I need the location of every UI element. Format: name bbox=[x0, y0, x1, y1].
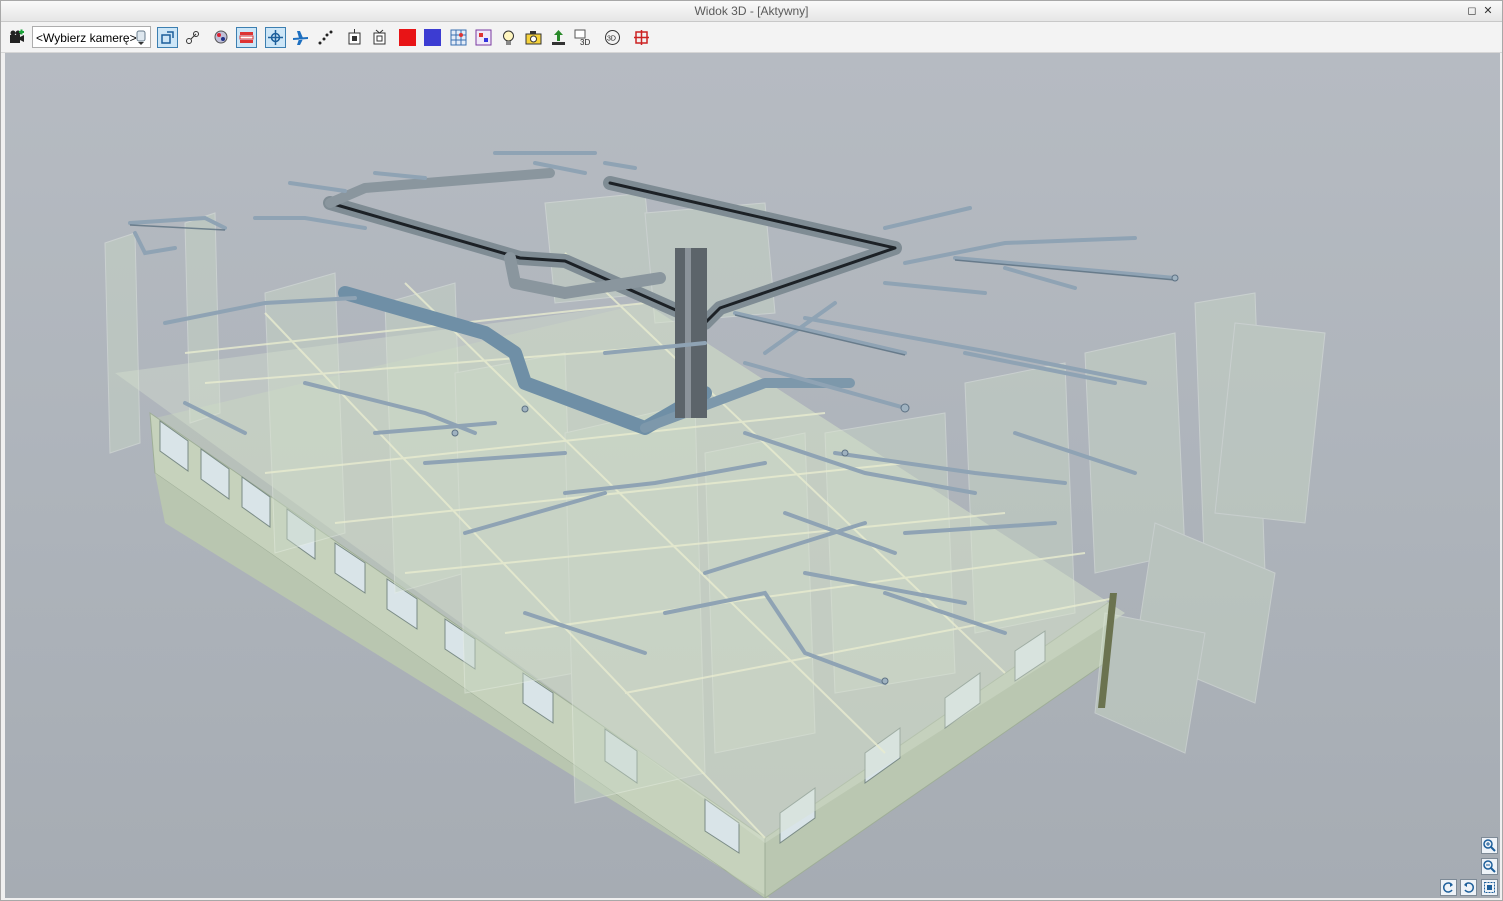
clipping-icon[interactable] bbox=[631, 27, 652, 48]
close-button[interactable]: ✕ bbox=[1482, 5, 1494, 17]
rotate-right-icon[interactable] bbox=[1460, 879, 1477, 896]
legend-icon[interactable] bbox=[473, 27, 494, 48]
light-icon[interactable] bbox=[498, 27, 519, 48]
svg-text:3D: 3D bbox=[580, 38, 590, 46]
render-style-icon[interactable] bbox=[211, 27, 232, 48]
perspective-icon[interactable] bbox=[157, 27, 178, 48]
title-bar[interactable]: Widok 3D - [Aktywny] ◻ ✕ bbox=[1, 1, 1502, 22]
red-color-icon[interactable] bbox=[399, 29, 416, 46]
restore-button[interactable]: ◻ bbox=[1466, 5, 1478, 17]
rotate-left-icon[interactable] bbox=[1440, 879, 1457, 896]
zoom-out-icon[interactable] bbox=[1481, 858, 1498, 875]
zoom-extents-icon[interactable] bbox=[1481, 879, 1498, 896]
grid-icon[interactable] bbox=[448, 27, 469, 48]
camera-select-value: <Wybierz kamerę> bbox=[36, 31, 137, 45]
fly-icon[interactable] bbox=[290, 27, 311, 48]
axonometric-icon[interactable] bbox=[182, 27, 203, 48]
window-title: Widok 3D - [Aktywny] bbox=[694, 4, 809, 18]
orbit-icon[interactable] bbox=[265, 27, 286, 48]
zoom-in-icon[interactable] bbox=[1481, 837, 1498, 854]
building-3d-model bbox=[104, 151, 1326, 898]
widok-3d-window: Widok 3D - [Aktywny] ◻ ✕ <Wybierz kamerę… bbox=[0, 0, 1503, 901]
add-camera-icon[interactable] bbox=[6, 27, 27, 48]
3d-viewport[interactable] bbox=[5, 53, 1500, 898]
svg-text:3D: 3D bbox=[607, 36, 616, 43]
rotate-3d-icon[interactable]: 3D bbox=[602, 27, 623, 48]
blue-color-icon[interactable] bbox=[424, 29, 441, 46]
walk-icon[interactable] bbox=[315, 27, 336, 48]
layers-icon[interactable] bbox=[236, 27, 257, 48]
view-3d-icon[interactable]: 3D bbox=[573, 27, 594, 48]
camera-icon[interactable] bbox=[523, 27, 544, 48]
camera-dropdown-icon[interactable] bbox=[132, 28, 150, 48]
section-box-icon[interactable] bbox=[369, 27, 390, 48]
level-icon[interactable] bbox=[548, 27, 569, 48]
toolbar: <Wybierz kamerę> 3D 3D bbox=[1, 22, 1502, 53]
section-icon[interactable] bbox=[344, 27, 365, 48]
